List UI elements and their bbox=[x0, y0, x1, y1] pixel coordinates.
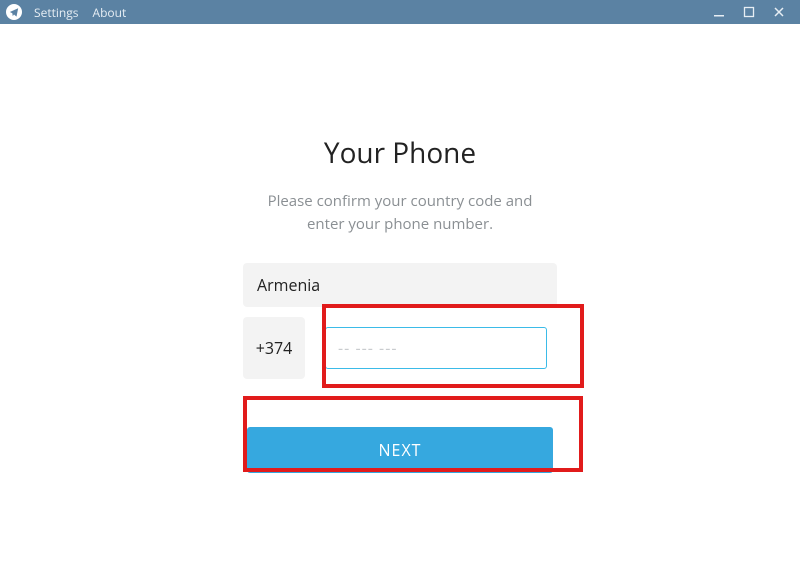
dial-code-field[interactable]: +374 bbox=[243, 317, 305, 379]
country-value: Armenia bbox=[257, 274, 320, 296]
next-button[interactable]: NEXT bbox=[247, 427, 553, 473]
content-area: Your Phone Please confirm your country c… bbox=[0, 24, 800, 582]
country-select[interactable]: Armenia bbox=[243, 263, 557, 307]
phone-number-input[interactable] bbox=[325, 327, 547, 369]
telegram-icon bbox=[6, 4, 22, 20]
minimize-button[interactable] bbox=[710, 3, 728, 21]
maximize-button[interactable] bbox=[740, 3, 758, 21]
window-controls bbox=[710, 3, 794, 21]
dial-code-value: +374 bbox=[256, 337, 293, 359]
page-title: Your Phone bbox=[0, 134, 800, 172]
menu-settings[interactable]: Settings bbox=[34, 4, 79, 21]
close-button[interactable] bbox=[770, 3, 788, 21]
phone-input-wrap bbox=[315, 317, 557, 379]
titlebar: Settings About bbox=[0, 0, 800, 24]
phone-form: Armenia +374 bbox=[243, 263, 557, 379]
menu-about[interactable]: About bbox=[93, 4, 127, 21]
page-subtitle: Please confirm your country code and ent… bbox=[0, 190, 800, 235]
phone-row: +374 bbox=[243, 317, 557, 379]
